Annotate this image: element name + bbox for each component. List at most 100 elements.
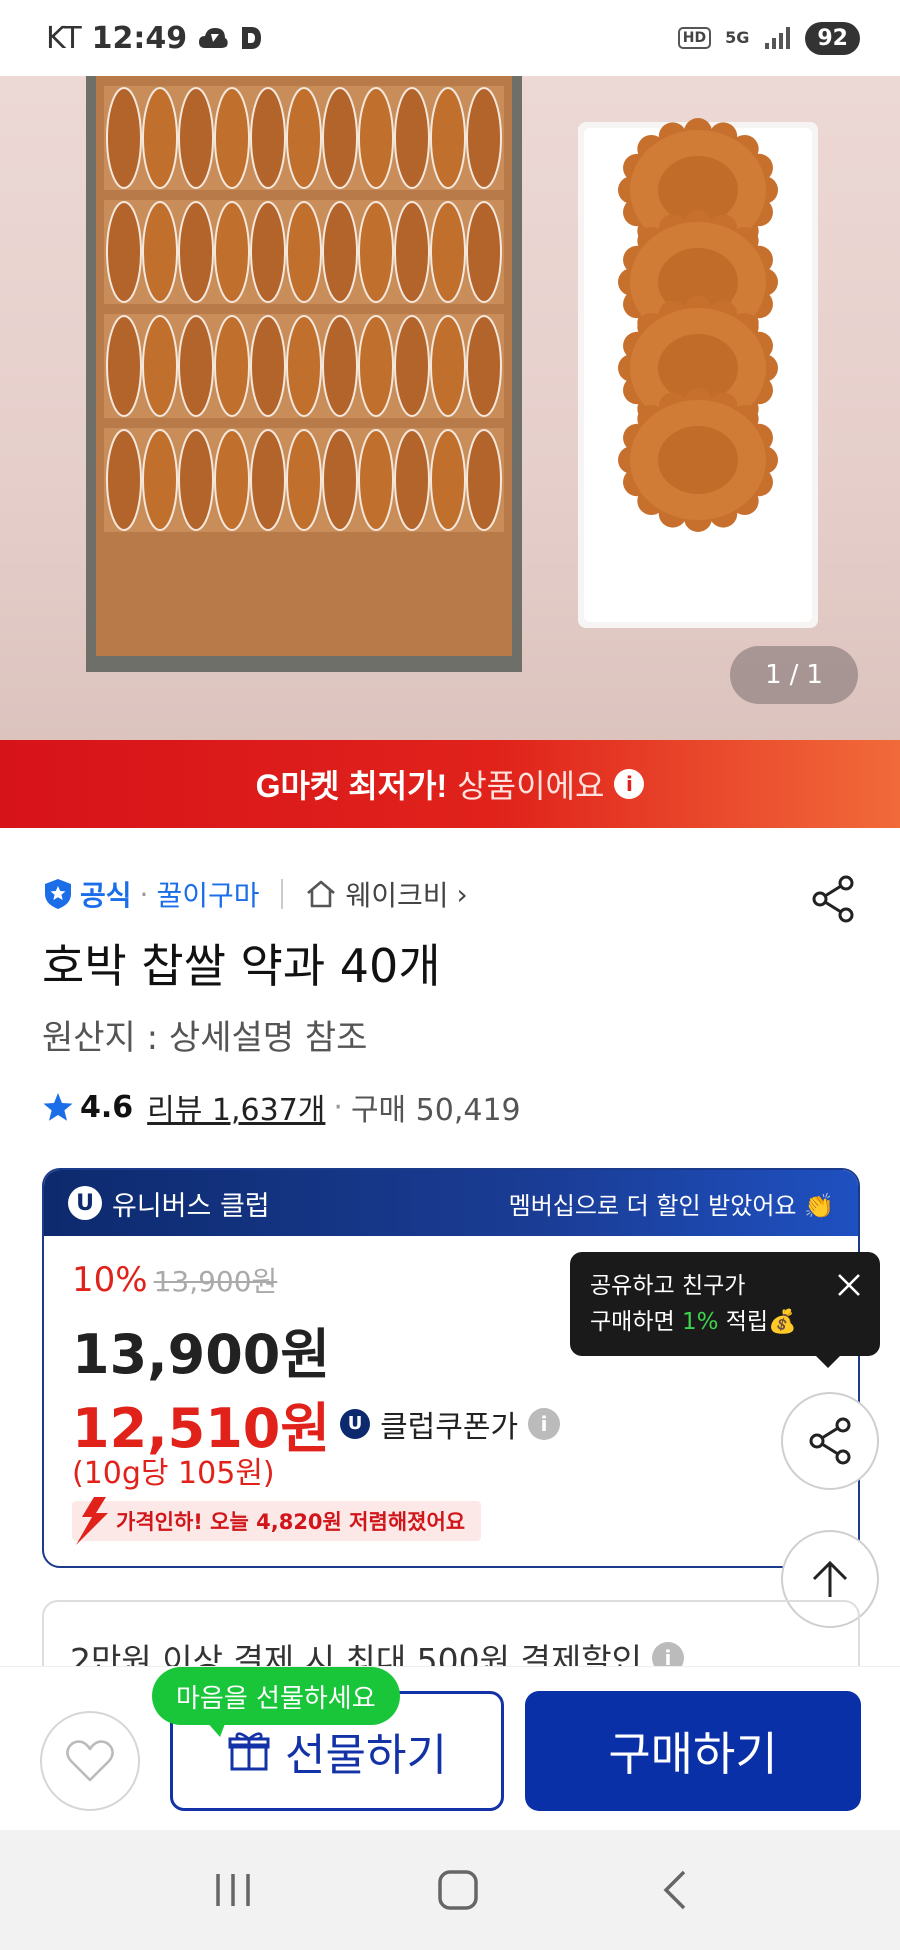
wishlist-button[interactable] xyxy=(40,1711,140,1811)
packaged-yakgwa xyxy=(322,315,358,417)
price-down-arrow-icon xyxy=(76,1497,108,1545)
carrier-name: KT xyxy=(46,20,82,56)
tooltip-pointer xyxy=(814,1354,842,1368)
shield-star-icon xyxy=(45,879,71,909)
clock: 12:49 xyxy=(91,20,188,56)
packaged-yakgwa xyxy=(358,87,394,189)
original-price: 13,900원 xyxy=(153,1265,278,1298)
rating-separator: · xyxy=(333,1089,343,1125)
tooltip-line1: 공유하고 친구가 xyxy=(590,1273,746,1299)
home-button-icon[interactable] xyxy=(436,1868,480,1912)
packaged-yakgwa xyxy=(178,429,214,531)
official-label: 공식 xyxy=(80,879,132,912)
arrow-up-icon xyxy=(812,1560,848,1597)
status-right: HD 5G 92 xyxy=(677,21,860,55)
tooltip-line2-suffix: 적립💰 xyxy=(718,1309,797,1335)
page-total: 1 xyxy=(806,660,823,690)
packaged-yakgwa xyxy=(106,201,142,303)
share-button[interactable] xyxy=(806,872,860,926)
price-drop-text: 가격인하! 오늘 4,820원 저렴해졌어요 xyxy=(116,1510,466,1534)
product-title: 호박 찹쌀 약과 40개 xyxy=(42,939,441,993)
app: { "status_bar": { "carrier": "KT", "time… xyxy=(0,0,900,1950)
packaged-yakgwa xyxy=(358,429,394,531)
packaged-yakgwa xyxy=(178,201,214,303)
status-bar: KT 12:49 HD 5G 92 xyxy=(0,0,900,76)
membership-price-card: U 유니버스 클럽 멤버십으로 더 할인 받았어요 👏 10% 13,900원 … xyxy=(42,1168,860,1568)
back-icon[interactable] xyxy=(660,1868,690,1912)
brand-store-link[interactable]: 웨이크비 › xyxy=(305,874,468,914)
plated-yakgwa xyxy=(618,388,778,532)
packaged-yakgwa xyxy=(322,87,358,189)
packaged-yakgwa xyxy=(394,429,430,531)
discount-rate: 10% xyxy=(72,1260,148,1300)
status-left: KT 12:49 xyxy=(46,21,263,56)
packaged-yakgwa xyxy=(250,429,286,531)
signal-icon xyxy=(765,27,791,49)
official-badge: 공식 xyxy=(42,874,132,914)
network-5g-icon: 5G xyxy=(725,28,750,47)
bottom-action-bar: 선물하기 구매하기 마음을 선물하세요 xyxy=(0,1666,900,1830)
recent-apps-icon[interactable] xyxy=(210,1870,256,1910)
info-icon[interactable]: i xyxy=(614,769,645,799)
notification-d-icon xyxy=(242,27,262,49)
gift-tooltip-text: 마음을 선물하세요 xyxy=(176,1683,376,1714)
product-photo-illustration xyxy=(86,76,818,672)
tooltip-line2: 구매하면 1% 적립💰 xyxy=(590,1304,860,1340)
seller-name-link[interactable]: 꿀이구마 xyxy=(156,874,259,914)
packaged-yakgwa xyxy=(322,201,358,303)
packaged-yakgwa xyxy=(142,87,178,189)
buy-label: 구매하기 xyxy=(608,1727,778,1781)
floating-share-button[interactable] xyxy=(781,1392,879,1490)
packaged-yakgwa xyxy=(466,315,502,417)
membership-header[interactable]: U 유니버스 클럽 멤버십으로 더 할인 받았어요 👏 xyxy=(44,1170,858,1236)
packaged-yakgwa xyxy=(178,315,214,417)
unit-price: (10g당 105원) xyxy=(72,1456,275,1491)
packaged-yakgwa xyxy=(178,87,214,189)
packaged-yakgwa xyxy=(466,87,502,189)
packaged-yakgwa xyxy=(394,87,430,189)
packaged-yakgwa xyxy=(250,315,286,417)
weather-cloud-icon xyxy=(199,28,228,48)
packaged-yakgwa xyxy=(394,315,430,417)
club-u-icon: U xyxy=(340,1408,371,1439)
home-icon xyxy=(307,880,336,908)
packaged-yakgwa xyxy=(358,315,394,417)
tooltip-line2-prefix: 구매하면 xyxy=(590,1309,682,1335)
gift-tooltip-pointer xyxy=(206,1721,226,1737)
coupon-info-icon[interactable]: i xyxy=(528,1407,561,1440)
packaged-yakgwa xyxy=(430,87,466,189)
page-separator: / xyxy=(789,660,799,690)
packaged-yakgwa xyxy=(214,429,250,531)
packaged-yakgwa xyxy=(250,201,286,303)
packaged-yakgwa xyxy=(286,87,322,189)
price-drop-badge: 가격인하! 오늘 4,820원 저렴해졌어요 xyxy=(72,1497,482,1545)
packaged-yakgwa xyxy=(286,315,322,417)
packaged-yakgwa xyxy=(214,87,250,189)
product-image[interactable]: 1 / 1 xyxy=(0,76,900,740)
banner-strong-text: G마켓 최저가! xyxy=(255,768,448,804)
share-icon xyxy=(809,1417,851,1465)
lowest-price-banner[interactable]: G마켓 최저가! 상품이에요 i xyxy=(0,740,900,828)
brand-name: 웨이크비 xyxy=(345,879,449,912)
packaged-yakgwa xyxy=(430,315,466,417)
close-icon[interactable] xyxy=(834,1270,864,1300)
heart-icon xyxy=(66,1740,114,1782)
buy-button[interactable]: 구매하기 xyxy=(525,1691,861,1811)
packaged-yakgwa xyxy=(250,87,286,189)
hd-voice-icon: HD xyxy=(677,27,712,49)
share-icon xyxy=(812,875,854,923)
seller-separator: · xyxy=(139,877,149,911)
packaged-yakgwa xyxy=(430,201,466,303)
coupon-label: 클럽쿠폰가 xyxy=(380,1409,519,1445)
system-nav-bar xyxy=(0,1830,900,1950)
club-name: 유니버스 클럽 xyxy=(112,1190,270,1222)
packaged-yakgwa xyxy=(142,315,178,417)
packaged-yakgwa xyxy=(142,429,178,531)
universe-club-logo: U xyxy=(68,1186,102,1220)
review-count-link[interactable]: 리뷰 1,637개 xyxy=(147,1085,325,1129)
rating-row: 4.6 리뷰 1,637개 · 구매 50,419 xyxy=(42,1085,521,1129)
tooltip-reward-rate: 1% xyxy=(681,1309,719,1335)
packaged-yakgwa xyxy=(106,315,142,417)
club-message: 멤버십으로 더 할인 받았어요 👏 xyxy=(508,1191,834,1220)
divider xyxy=(281,879,284,909)
